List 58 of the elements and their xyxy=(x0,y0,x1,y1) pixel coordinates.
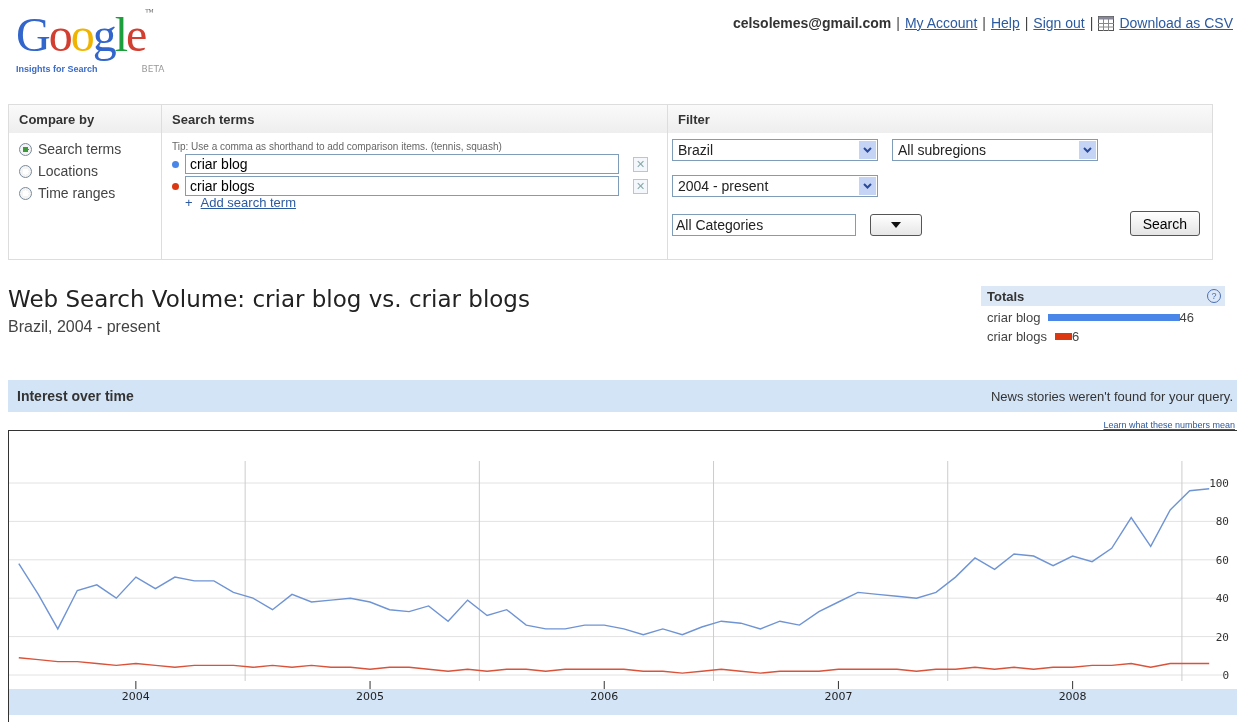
section-heading: Interest over time xyxy=(17,388,134,404)
y-tick-label: 60 xyxy=(1215,553,1229,567)
x-tick-label: 2007 xyxy=(824,690,853,703)
account-link[interactable]: Help xyxy=(990,15,1020,31)
y-tick-label: 40 xyxy=(1215,592,1229,606)
total-term: criar blogs xyxy=(987,329,1047,344)
learn-link[interactable]: Learn what these numbers mean xyxy=(1103,420,1235,430)
dropdown[interactable]: Brazil xyxy=(672,139,878,161)
radio-icon[interactable] xyxy=(19,186,32,200)
dropdown[interactable]: All subregions xyxy=(892,139,1098,161)
x-tick-label: 2005 xyxy=(356,690,385,703)
beta-label: BETA xyxy=(141,64,165,74)
radio-icon[interactable] xyxy=(19,142,32,156)
account-link[interactable]: Sign out xyxy=(1033,15,1085,31)
search-term-field[interactable]: criar blog xyxy=(185,154,619,174)
dropdown[interactable]: 2004 - present xyxy=(672,175,878,197)
page-subtitle: Brazil, 2004 - present xyxy=(8,318,162,336)
radio-option[interactable]: Search terms xyxy=(19,141,151,157)
tip-text: Tip: Use a comma as shorthand to add comparison items. (tennis, squash) xyxy=(172,141,503,152)
y-tick-label: 80 xyxy=(1215,515,1229,529)
spreadsheet-icon xyxy=(1098,15,1115,31)
account-link[interactable]: My Account xyxy=(904,15,978,31)
account-email: celsolemes@gmail.com xyxy=(732,15,892,31)
separator: | xyxy=(982,15,986,31)
total-term: criar blog xyxy=(987,310,1041,325)
column-heading: Compare by xyxy=(9,105,161,133)
plus-icon: + xyxy=(185,195,193,210)
x-tick-label: 2004 xyxy=(121,690,150,703)
dropdown-button[interactable] xyxy=(870,214,922,236)
y-tick-label: 100 xyxy=(1209,477,1229,490)
radio-icon[interactable] xyxy=(19,164,32,178)
page-title: Web Search Volume: criar blog vs. criar blogs xyxy=(8,286,530,312)
column-heading: Filter xyxy=(668,105,1212,133)
news-message: News stories weren't found for your query. xyxy=(990,388,1233,404)
column-heading: Search terms xyxy=(162,105,667,133)
radio-option[interactable]: Time ranges xyxy=(19,185,151,201)
google-logo: Google™ xyxy=(16,6,155,63)
chevron-down-icon xyxy=(1079,141,1096,159)
chevron-down-icon xyxy=(859,177,876,195)
caret-icon xyxy=(891,222,901,228)
search-button[interactable]: Search xyxy=(1129,211,1200,236)
chevron-down-icon xyxy=(859,141,876,159)
y-tick-label: 0 xyxy=(1222,669,1229,682)
x-tick-label: 2006 xyxy=(590,690,619,703)
y-tick-label: 20 xyxy=(1215,630,1229,644)
x-tick-label: 2008 xyxy=(1058,690,1087,703)
add-term-link[interactable]: Add search term xyxy=(200,195,296,210)
separator: | xyxy=(896,15,900,31)
search-term-field[interactable]: criar blogs xyxy=(185,176,619,196)
logo-subtitle: Insights for Search xyxy=(16,64,98,74)
total-value: 6 xyxy=(1072,329,1080,344)
total-value: 46 xyxy=(1179,310,1195,325)
separator: | xyxy=(1024,15,1029,31)
separator: | xyxy=(1089,15,1094,31)
radio-option[interactable]: Locations xyxy=(19,163,151,179)
category-field[interactable]: All Categories xyxy=(672,214,856,236)
totals-heading: Totals xyxy=(987,288,1025,304)
account-link[interactable]: Download as CSV xyxy=(1119,15,1233,31)
